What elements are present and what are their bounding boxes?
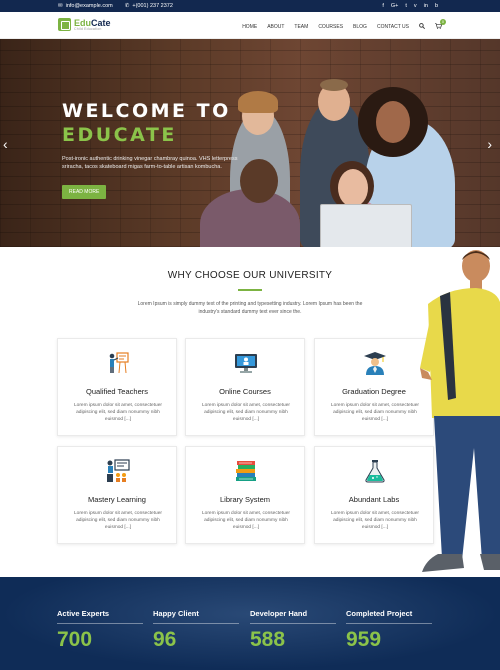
title-divider: [238, 289, 262, 291]
stat-value: 96: [153, 628, 177, 651]
books-icon: [234, 459, 258, 483]
logo-icon: [58, 18, 71, 31]
feature-title: Graduation Degree: [342, 387, 406, 396]
stat-divider: [250, 623, 336, 624]
vimeo-icon[interactable]: v: [414, 3, 417, 9]
feature-description: Lorem ipsum dolor sit amet, consectetuer…: [202, 403, 290, 422]
nav-team[interactable]: TEAM: [294, 24, 308, 30]
graduate-icon: [363, 351, 387, 375]
stat-divider: [153, 623, 239, 624]
hero-description: Post-ironic authentic drinking vinegar c…: [62, 156, 238, 170]
feature-description: Lorem ipsum dolor sit amet, consectetuer…: [331, 403, 419, 422]
site-logo[interactable]: EduCate Child Education: [58, 18, 111, 31]
nav-contact[interactable]: CONTACT US: [377, 24, 409, 30]
nav-blog[interactable]: BLOG: [353, 24, 367, 30]
whiteboard-icon: [106, 459, 130, 483]
stat-divider: [57, 623, 143, 624]
social-links: f G+ t v in b: [382, 3, 438, 9]
feature-description: Lorem ipsum dolor sit amet, consectetuer…: [202, 511, 290, 530]
nav-courses[interactable]: COURSES: [318, 24, 343, 30]
hero-content: WELCOME TO EDUCATE Post-ironic authentic…: [62, 99, 252, 199]
slider-next-arrow-icon[interactable]: ›: [487, 136, 492, 152]
student-image: [418, 248, 500, 578]
feature-card[interactable]: Qualified Teachers Lorem ipsum dolor sit…: [57, 338, 177, 436]
linkedin-icon[interactable]: in: [424, 3, 428, 9]
stat-value: 588: [250, 628, 286, 651]
hero-title-line1: WELCOME TO: [62, 100, 231, 122]
feature-description: Lorem ipsum dolor sit amet, consectetuer…: [74, 511, 162, 530]
site-header: EduCate Child Education HOME ABOUT TEAM …: [0, 12, 500, 39]
feature-title: Abundant Labs: [348, 495, 400, 504]
feature-title: Mastery Learning: [88, 495, 146, 504]
mail-icon: ✉: [58, 3, 63, 9]
feature-title: Library System: [219, 495, 270, 504]
facebook-icon[interactable]: f: [382, 3, 384, 9]
slider-prev-arrow-icon[interactable]: ‹: [3, 136, 8, 152]
cart-count-badge: 0: [440, 19, 446, 25]
feature-description: Lorem ipsum dolor sit amet, consectetuer…: [331, 511, 419, 530]
phone-contact[interactable]: ✆ +(001) 237 2372: [125, 3, 173, 9]
stat-item: Completed Project 959: [346, 609, 432, 652]
flask-icon: [363, 459, 387, 483]
phone-icon: ✆: [124, 3, 130, 9]
search-icon[interactable]: [419, 23, 426, 31]
main-nav: HOME ABOUT TEAM COURSES BLOG CONTACT US …: [242, 19, 446, 31]
top-bar: ✉ info@example.com ✆ +(001) 237 2372 f G+ …: [0, 0, 500, 12]
stat-label: Happy Client: [153, 609, 199, 618]
stat-label: Completed Project: [346, 609, 413, 618]
feature-title: Qualified Teachers: [86, 387, 148, 396]
laptop: [320, 204, 412, 247]
nav-about[interactable]: ABOUT: [267, 24, 284, 30]
cart-icon[interactable]: 0: [435, 19, 446, 31]
stat-item: Happy Client 96: [153, 609, 239, 652]
feature-card[interactable]: Library System Lorem ipsum dolor sit ame…: [185, 446, 305, 544]
feature-title: Online Courses: [219, 387, 271, 396]
monitor-icon: [234, 351, 258, 375]
blogger-icon[interactable]: b: [435, 3, 438, 9]
feature-card[interactable]: Mastery Learning Lorem ipsum dolor sit a…: [57, 446, 177, 544]
stat-item: Active Experts 700: [57, 609, 143, 652]
email-contact[interactable]: ✉ info@example.com: [58, 3, 113, 9]
read-more-button[interactable]: READ MORE: [62, 185, 107, 199]
feature-card[interactable]: Online Courses Lorem ipsum dolor sit ame…: [185, 338, 305, 436]
section-description: Lorem Ipsum is simply dummy text of the …: [137, 301, 363, 315]
feature-card[interactable]: Graduation Degree Lorem ipsum dolor sit …: [314, 338, 434, 436]
google-plus-icon[interactable]: G+: [391, 3, 399, 9]
stat-value: 959: [346, 628, 382, 651]
stat-item: Developer Hand 588: [250, 609, 336, 652]
hero-slider: WELCOME TO EDUCATE Post-ironic authentic…: [0, 39, 500, 247]
teacher-icon: [106, 351, 130, 375]
feature-description: Lorem ipsum dolor sit amet, consectetuer…: [74, 403, 162, 422]
hero-title-line2: EDUCATE: [62, 124, 177, 146]
twitter-icon[interactable]: t: [405, 3, 407, 9]
nav-home[interactable]: HOME: [242, 24, 257, 30]
feature-card[interactable]: Abundant Labs Lorem ipsum dolor sit amet…: [314, 446, 434, 544]
stat-label: Developer Hand: [250, 609, 308, 618]
stats-section: Active Experts 700 Happy Client 96 Devel…: [0, 577, 500, 670]
stat-value: 700: [57, 628, 93, 651]
stat-divider: [346, 623, 432, 624]
stat-label: Active Experts: [57, 609, 110, 618]
